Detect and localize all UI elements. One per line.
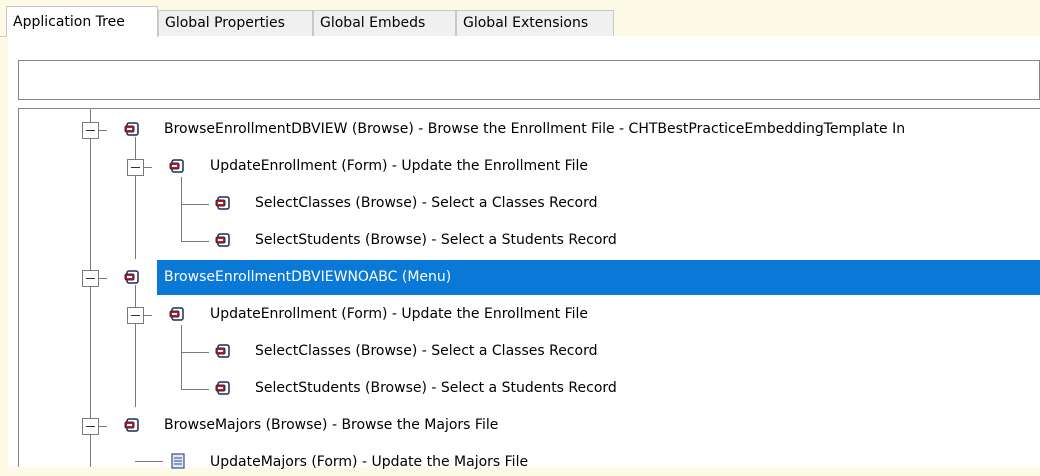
tree-item-label[interactable]: BrowseMajors (Browse) - Browse the Major… <box>164 411 498 439</box>
tree-connector <box>144 315 152 316</box>
tree-connector <box>144 167 152 168</box>
tree-connector <box>181 352 209 353</box>
tree-item-label[interactable]: SelectStudents (Browse) - Select a Stude… <box>255 374 617 402</box>
procedure-icon <box>215 344 230 358</box>
collapse-toggle[interactable] <box>82 418 99 435</box>
tab-application-tree[interactable]: Application Tree <box>6 6 158 37</box>
tree-connector <box>135 285 136 407</box>
collapse-toggle[interactable] <box>127 307 144 324</box>
tree-connector <box>181 241 209 242</box>
tree-item-label[interactable]: SelectStudents (Browse) - Select a Stude… <box>255 226 617 254</box>
procedure-icon <box>124 418 139 432</box>
collapse-toggle[interactable] <box>82 122 99 139</box>
procedure-icon <box>124 122 139 136</box>
tree-item-label[interactable]: UpdateMajors (Form) - Update the Majors … <box>210 448 528 476</box>
tree-item-label[interactable]: UpdateEnrollment (Form) - Update the Enr… <box>210 152 588 180</box>
procedure-icon <box>215 233 230 247</box>
collapse-toggle[interactable] <box>82 270 99 287</box>
collapse-toggle[interactable] <box>127 159 144 176</box>
tree-item-label-selected[interactable]: BrowseEnrollmentDBVIEWNOABC (Menu) <box>164 263 451 291</box>
tree-connector <box>181 389 209 390</box>
procedure-icon <box>215 381 230 395</box>
tree-connector <box>181 177 182 241</box>
tree-connector <box>135 137 136 259</box>
procedure-icon <box>215 196 230 210</box>
tab-global-properties[interactable]: Global Properties <box>158 10 313 36</box>
tree-connector <box>181 325 182 389</box>
tree-connector <box>181 204 209 205</box>
procedure-icon <box>169 159 184 173</box>
procedure-icon <box>124 270 139 284</box>
tree-item-label[interactable]: BrowseEnrollmentDBVIEW (Browse) - Browse… <box>164 115 905 143</box>
tab-strip: Application Tree Global Properties Globa… <box>0 6 1040 37</box>
tree-item-label[interactable]: SelectClasses (Browse) - Select a Classe… <box>255 337 597 365</box>
tree-connector <box>90 109 91 467</box>
tree-connector <box>99 426 107 427</box>
procedure-icon <box>169 307 184 321</box>
tree-filter-input[interactable] <box>18 60 1040 100</box>
tab-global-embeds[interactable]: Global Embeds <box>313 10 456 36</box>
tree-item-label[interactable]: SelectClasses (Browse) - Select a Classe… <box>255 189 597 217</box>
tree-connector <box>99 278 107 279</box>
tree-connector <box>135 461 163 462</box>
tree-item-label[interactable]: UpdateEnrollment (Form) - Update the Enr… <box>210 300 588 328</box>
tree-connector <box>99 130 107 131</box>
tab-global-extensions[interactable]: Global Extensions <box>456 10 614 36</box>
